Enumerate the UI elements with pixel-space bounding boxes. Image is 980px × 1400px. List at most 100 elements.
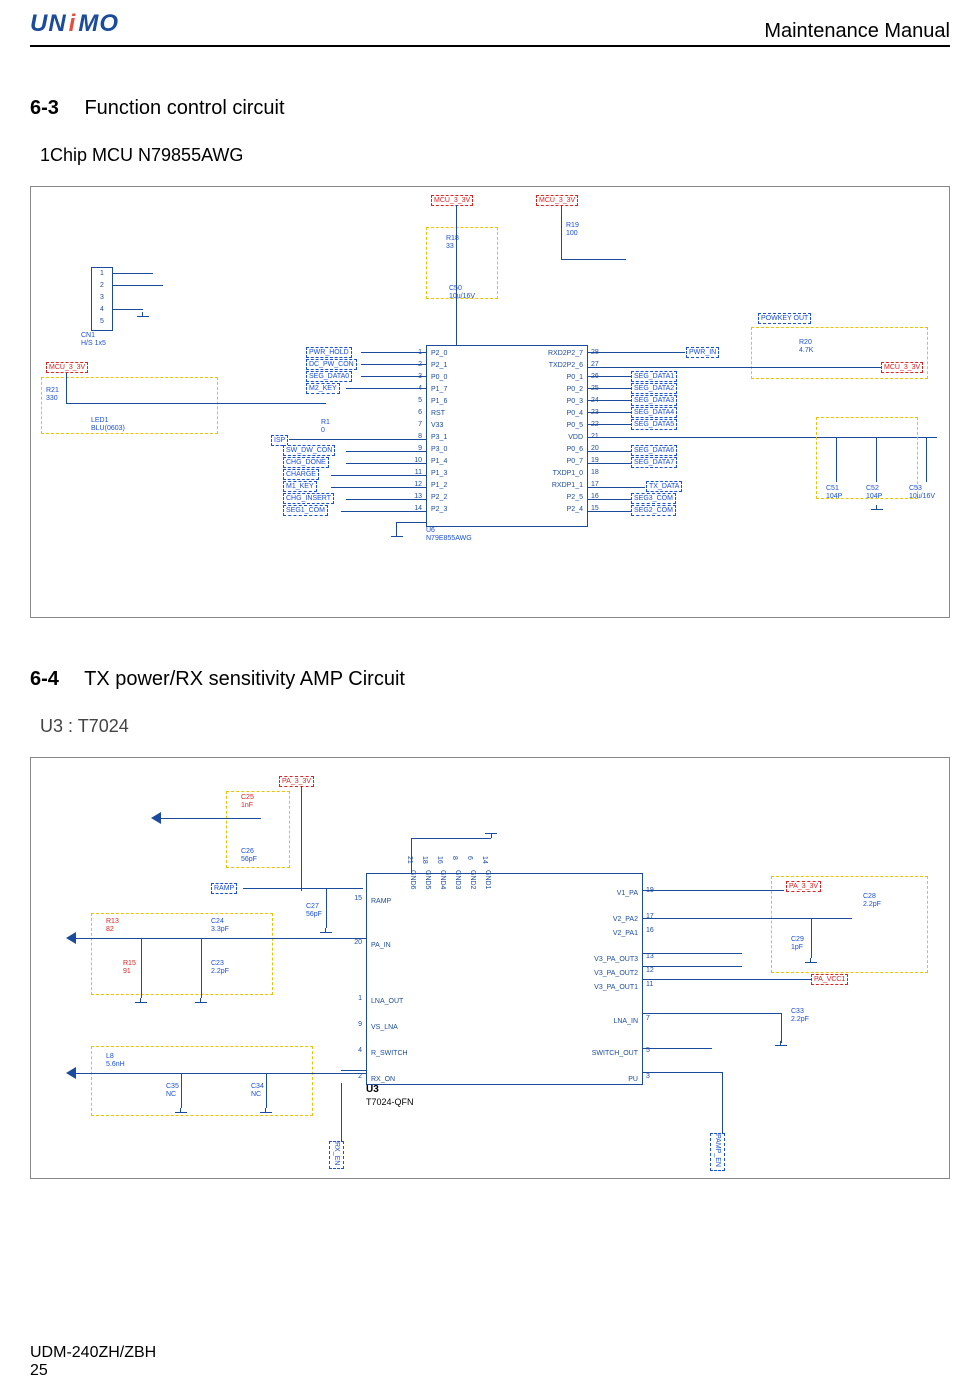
connector-cn1: 1 2 3 4 5 bbox=[91, 267, 113, 331]
section-num: 6-3 bbox=[30, 97, 59, 119]
component-label: C5010u/16V bbox=[449, 285, 475, 301]
component-label: U3 bbox=[366, 1086, 379, 1094]
net-label: PA_3_3V bbox=[279, 776, 314, 787]
pin-labels-right: V1_PA V2_PA2 V2_PA1 V3_PA_OUT3 V3_PA_OUT… bbox=[592, 887, 638, 1087]
gnd-icon bbox=[775, 1041, 787, 1051]
brand-logo: UNiMO bbox=[30, 10, 119, 38]
net-label: DC_PW_CON bbox=[306, 359, 357, 370]
pin-labels-left: RAMP PA_IN LNA_OUT VS_LNA R_SWITCH RX_ON bbox=[371, 889, 408, 1093]
component-label: C2756pF bbox=[306, 903, 322, 919]
pin-labels-left: P2_0P2_1P0_0P1_7P1_6RSTV33P3_1P3_0P1_4P1… bbox=[431, 348, 447, 516]
net-label: TX_DATA bbox=[646, 481, 682, 492]
gnd-icon bbox=[871, 505, 883, 515]
ic-u3: GND6 GND5 GND4 GND3 GND2 GND1 RAMP PA_IN… bbox=[366, 873, 643, 1085]
component-label: CN1H/S 1x5 bbox=[81, 332, 106, 348]
component-label: R19100 bbox=[566, 222, 579, 238]
component-label: C291pF bbox=[791, 936, 804, 952]
net-label: SEG_DATA6 bbox=[631, 445, 677, 456]
component-label: C52104P bbox=[866, 485, 882, 501]
component-label: L85.6nH bbox=[106, 1053, 125, 1069]
component-label: R1382 bbox=[106, 918, 119, 934]
net-label: PA_VCC1 bbox=[811, 974, 848, 985]
net-label: SEG_DATA5 bbox=[631, 419, 677, 430]
arrow-icon bbox=[66, 1067, 76, 1079]
section-title: TX power/RX sensitivity AMP Circuit bbox=[84, 668, 405, 690]
component-label: C51104P bbox=[826, 485, 842, 501]
pin-labels-top: GND6 GND5 GND4 GND3 GND2 GND1 bbox=[409, 870, 491, 889]
component-label: C243.3pF bbox=[211, 918, 229, 934]
page-footer: UDM-240ZH/ZBH 25 bbox=[30, 1344, 156, 1380]
section-6-4-heading: 6-4 TX power/RX sensitivity AMP Circuit bbox=[30, 668, 950, 691]
gnd-icon bbox=[485, 828, 497, 838]
net-label: PAMP_EN bbox=[710, 1133, 725, 1171]
net-label: RAMP bbox=[211, 883, 237, 894]
model-number: UDM-240ZH/ZBH bbox=[30, 1344, 156, 1362]
section-title: Function control circuit bbox=[84, 97, 284, 119]
net-label: MCU_3_3V bbox=[46, 362, 88, 373]
component-label: R204.7K bbox=[799, 339, 813, 355]
pin-numbers: 2118168614 bbox=[406, 856, 488, 864]
component-label: C332.2pF bbox=[791, 1008, 809, 1024]
component-label: C2656pF bbox=[241, 848, 257, 864]
pin-numbers: 19 17 16 13 12 11 7 5 3 bbox=[646, 884, 654, 1084]
arrow-icon bbox=[151, 812, 161, 824]
section-6-3-sub: 1Chip MCU N79855AWG bbox=[40, 145, 950, 166]
gnd-icon bbox=[391, 532, 403, 542]
schematic-amp: PA_3_3V C251nF C2656pF RAMP C2756pF R138… bbox=[30, 757, 950, 1179]
gnd-icon bbox=[137, 312, 149, 322]
net-label: SEG_DATA0 bbox=[306, 371, 352, 382]
net-label: SEG2_COM bbox=[631, 505, 676, 516]
component-label: R10 bbox=[321, 419, 330, 435]
section-6-3-heading: 6-3 Function control circuit bbox=[30, 97, 950, 120]
component-label: C251nF bbox=[241, 794, 254, 810]
net-label: CHARGE bbox=[283, 469, 319, 480]
pin-numbers: 1234567891011121314 bbox=[406, 347, 422, 515]
gnd-icon bbox=[195, 998, 207, 1008]
component-label: U6N79E855AWG bbox=[426, 527, 472, 543]
net-label: SEG_DATA4 bbox=[631, 407, 677, 418]
net-label: POWKEY OUT bbox=[758, 313, 811, 324]
net-label: PWR_HOLD bbox=[306, 347, 352, 358]
pin-labels-right: RXD2P2_7TXD2P2_6P0_1P0_2P0_3P0_4P0_5VDDP… bbox=[548, 348, 583, 516]
net-label: SEG3_COM bbox=[631, 493, 676, 504]
net-label: M1_KEY bbox=[283, 481, 317, 492]
gnd-icon bbox=[260, 1108, 272, 1118]
page-header: UNiMO Maintenance Manual bbox=[30, 10, 950, 47]
group-box bbox=[41, 377, 218, 434]
component-label: C282.2pF bbox=[863, 893, 881, 909]
net-label: CHG_DONE bbox=[283, 457, 329, 468]
component-label: C35NC bbox=[166, 1083, 179, 1099]
component-label: R1591 bbox=[123, 960, 136, 976]
net-label: RX_EN bbox=[329, 1141, 344, 1169]
component-label: C232.2pF bbox=[211, 960, 229, 976]
net-label: CHG_INSERT bbox=[283, 493, 334, 504]
group-box bbox=[226, 791, 290, 868]
ic-u6: P2_0P2_1P0_0P1_7P1_6RSTV33P3_1P3_0P1_4P1… bbox=[426, 345, 588, 527]
page-number: 25 bbox=[30, 1362, 156, 1380]
group-box bbox=[771, 876, 928, 973]
gnd-icon bbox=[320, 928, 332, 938]
arrow-icon bbox=[66, 932, 76, 944]
net-label: SEG_DATA7 bbox=[631, 457, 677, 468]
doc-title: Maintenance Manual bbox=[764, 20, 950, 43]
net-label: MCU_3_3V bbox=[431, 195, 473, 206]
gnd-icon bbox=[805, 958, 817, 968]
component-label: R21330 bbox=[46, 387, 59, 403]
component-label: LED1BLU(0603) bbox=[91, 417, 125, 433]
component-label: T7024-QFN bbox=[366, 1098, 414, 1106]
net-label: MCU_3_3V bbox=[536, 195, 578, 206]
component-label: C34NC bbox=[251, 1083, 264, 1099]
pin-numbers: 15 20 1 9 4 2 bbox=[344, 886, 362, 1090]
gnd-icon bbox=[135, 998, 147, 1008]
net-label: SEG_DATA2 bbox=[631, 383, 677, 394]
net-label: SEG_DATA3 bbox=[631, 395, 677, 406]
net-label: M2_KEY bbox=[306, 383, 340, 394]
net-label: SEG1_COM bbox=[283, 505, 328, 516]
net-label: SEG_DATA1 bbox=[631, 371, 677, 382]
schematic-mcu: MCU_3_3V MCU_3_3V R1833 C5010u/16V R1910… bbox=[30, 186, 950, 618]
component-label: C5310u/16V bbox=[909, 485, 935, 501]
net-label: SW_DW_CON bbox=[283, 445, 335, 456]
net-label: PWR_IN bbox=[686, 347, 719, 358]
net-label: MCU_3_3V bbox=[881, 362, 923, 373]
section-6-4-sub: U3 : T7024 bbox=[40, 716, 950, 737]
